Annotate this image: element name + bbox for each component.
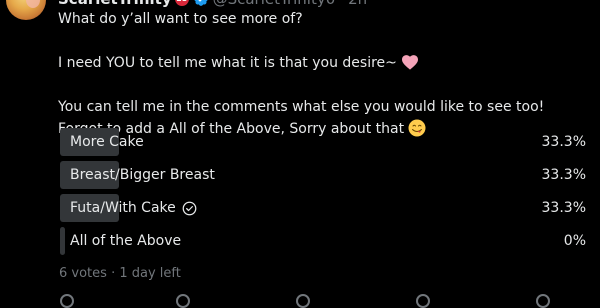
poll-meta: 6 votes · 1 day left xyxy=(59,266,181,281)
user-handle[interactable]: @ScarletTrinity0 xyxy=(213,0,336,8)
tweet-header: ScarletTrinity 18 @ScarletTrinity0 · 2h xyxy=(58,0,367,8)
poll: More Cake 33.3% Breast/Bigger Breast 33.… xyxy=(58,128,588,260)
poll-option-more-cake[interactable]: More Cake 33.3% xyxy=(58,128,588,156)
poll-option-percent: 33.3% xyxy=(541,134,586,150)
poll-option-percent: 0% xyxy=(563,233,586,249)
time-left: 1 day left xyxy=(119,266,181,281)
tweet-line-desire: I need YOU to tell me what it is that yo… xyxy=(58,52,588,74)
like-icon[interactable] xyxy=(296,294,310,308)
poll-option-label: More Cake xyxy=(70,134,144,150)
age-badge: 18 xyxy=(174,0,189,6)
repost-icon[interactable] xyxy=(176,294,190,308)
display-name[interactable]: ScarletTrinity xyxy=(58,0,172,8)
meta-separator: · xyxy=(111,266,116,281)
poll-option-label: Breast/Bigger Breast xyxy=(70,167,215,183)
bookmark-icon[interactable] xyxy=(536,294,550,308)
poll-option-percent: 33.3% xyxy=(541,200,586,216)
poll-option-futa-with-cake[interactable]: Futa/With Cake 33.3% xyxy=(58,194,588,222)
poll-option-all-of-the-above[interactable]: All of the Above 0% xyxy=(58,227,588,255)
avatar-image xyxy=(26,0,40,8)
poll-option-label: All of the Above xyxy=(70,233,182,249)
tweet-line-comments: You can tell me in the comments what els… xyxy=(58,99,545,115)
poll-bar xyxy=(60,227,65,255)
views-icon[interactable] xyxy=(416,294,430,308)
reply-icon[interactable] xyxy=(60,294,74,308)
verified-badge-icon xyxy=(193,0,208,6)
avatar[interactable] xyxy=(6,0,46,20)
poll-option-label: Futa/With Cake xyxy=(70,200,176,216)
poll-option-percent: 33.3% xyxy=(541,167,586,183)
poll-option-bigger-breast[interactable]: Breast/Bigger Breast 33.3% xyxy=(58,161,588,189)
tweet-line-question: What do y’all want to see more of? xyxy=(58,11,303,27)
voted-check-icon xyxy=(182,201,197,215)
pink-heart-icon xyxy=(401,55,418,70)
header-separator: · xyxy=(339,0,344,8)
timestamp[interactable]: 2h xyxy=(348,0,367,8)
vote-count: 6 votes xyxy=(59,266,107,281)
tweet-text: What do y’all want to see more of? I nee… xyxy=(58,8,588,140)
